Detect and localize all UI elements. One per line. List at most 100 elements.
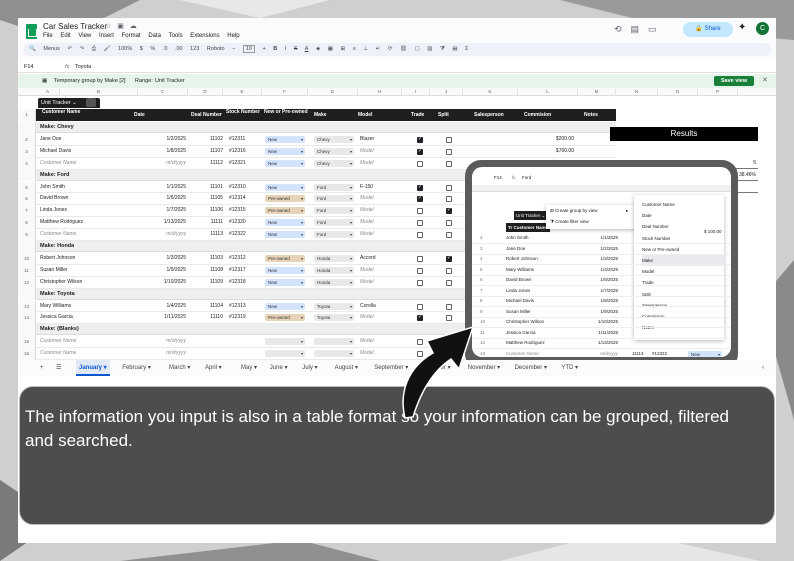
date-cell[interactable]: 1/10/2025 — [136, 277, 186, 288]
customer-name-cell[interactable]: Matthew Rodriguez — [40, 217, 83, 228]
make-dropdown[interactable]: Chevy — [314, 147, 354, 155]
sheet-tab-chevron-down-icon[interactable]: ▾ — [186, 365, 190, 371]
submenu-item-trade[interactable]: Trade — [642, 277, 724, 288]
sheet-tab-chevron-down-icon[interactable]: ▾ — [146, 365, 151, 371]
new-or-preowned-dropdown[interactable]: New — [265, 147, 305, 155]
new-or-preowned-dropdown[interactable]: New — [265, 219, 305, 227]
all-sheets-icon[interactable]: ☰ — [56, 360, 61, 376]
print-icon[interactable]: ⎙ — [92, 46, 96, 52]
customer-name-cell[interactable]: David Brown — [40, 193, 68, 204]
split-checkbox[interactable] — [446, 136, 452, 143]
make-dropdown[interactable]: Toyota — [314, 302, 354, 310]
row-number[interactable]: 6 — [18, 193, 36, 206]
new-or-preowned-dropdown[interactable]: New — [265, 278, 305, 286]
row-number[interactable] — [18, 241, 36, 253]
sheet-tab-april[interactable]: April ▾ — [202, 360, 225, 376]
header-salesperson[interactable]: Salesperson — [474, 109, 520, 121]
split-checkbox[interactable] — [446, 148, 452, 155]
customer-name-cell[interactable]: Customer Name — [40, 348, 76, 359]
formula-input[interactable]: Toyota — [75, 62, 91, 73]
model-cell[interactable]: Model — [360, 217, 374, 228]
sheet-tab-chevron-down-icon[interactable]: ▾ — [217, 365, 222, 371]
stock-number-cell[interactable]: #12310 — [229, 182, 246, 193]
customer-name-cell[interactable]: Customer Name — [40, 229, 76, 240]
text-color-button[interactable]: A — [305, 46, 309, 52]
menu-help[interactable]: Help — [227, 33, 239, 39]
column-header[interactable]: O — [658, 88, 698, 96]
model-cell[interactable]: Model — [360, 277, 374, 288]
make-dropdown[interactable]: Ford — [314, 231, 354, 239]
deal-number-cell[interactable]: 11111 — [191, 217, 223, 228]
trade-checkbox[interactable] — [417, 160, 423, 167]
menu-file[interactable]: File — [43, 33, 53, 39]
header-split[interactable]: Split — [438, 109, 468, 121]
deal-number-cell[interactable]: 11105 — [191, 193, 223, 204]
sheet-tab-may[interactable]: May ▾ — [238, 360, 260, 376]
sheet-tab-chevron-down-icon[interactable]: ▾ — [283, 365, 287, 371]
font-size-field[interactable]: 10 — [242, 45, 255, 53]
column-header[interactable]: G — [308, 88, 358, 96]
column-header[interactable]: I — [402, 88, 430, 96]
make-dropdown[interactable]: Chevy — [314, 135, 354, 143]
make-dropdown[interactable]: Toyota — [314, 314, 354, 322]
link-icon[interactable]: ⛓ — [400, 46, 407, 52]
split-checkbox[interactable] — [446, 196, 452, 203]
row-number[interactable]: 14 — [18, 312, 36, 325]
row-number[interactable]: 4 — [18, 157, 36, 170]
functions-icon[interactable]: Σ — [465, 46, 468, 52]
sheet-tab-january[interactable]: January ▾ — [76, 360, 110, 376]
date-cell[interactable]: 1/8/2025 — [136, 146, 186, 157]
menu-tools[interactable]: Tools — [169, 33, 183, 39]
chart-icon[interactable]: ▥ — [427, 46, 432, 52]
make-dropdown[interactable]: Ford — [314, 207, 354, 215]
header-notes[interactable]: Notes — [584, 109, 624, 121]
customer-name-cell[interactable]: Jessica Garcia — [40, 312, 73, 323]
submenu-item-model[interactable]: Model — [642, 266, 724, 277]
column-header[interactable]: N — [616, 88, 658, 96]
stock-number-cell[interactable]: #12312 — [229, 253, 246, 264]
number-format-button[interactable]: 123 — [190, 46, 199, 52]
sheets-logo-icon[interactable] — [26, 24, 37, 39]
split-checkbox[interactable] — [446, 220, 452, 227]
model-cell[interactable]: Model — [360, 205, 374, 216]
create-group-by-view-item[interactable]: ⊞ Create group by view ▸ — [550, 208, 628, 214]
sheet-tab-chevron-down-icon[interactable]: ▾ — [573, 365, 578, 371]
date-cell[interactable]: 1/2/2025 — [136, 134, 186, 145]
model-cell[interactable]: Model — [360, 146, 374, 157]
rotate-icon[interactable]: ⟳ — [388, 46, 393, 52]
make-dropdown[interactable] — [314, 338, 354, 346]
header-trade[interactable]: Trade — [411, 109, 435, 121]
table-row[interactable]: Michael Davis 1/8/2025 11107 #12316 New Chevy… — [36, 146, 616, 158]
split-checkbox[interactable] — [446, 207, 452, 215]
row-number[interactable]: 3 — [18, 145, 36, 158]
sheet-tab-august[interactable]: August ▾ — [332, 360, 361, 376]
new-or-preowned-dropdown[interactable]: Pre-owned — [265, 254, 305, 262]
strikethrough-button[interactable]: S — [294, 46, 298, 52]
model-cell[interactable]: Model — [360, 348, 374, 359]
date-cell[interactable]: m/d/yyyy — [136, 229, 186, 240]
percent-button[interactable]: % — [150, 46, 155, 52]
split-checkbox[interactable] — [446, 232, 452, 239]
scroll-tabs-icon[interactable]: ‹ — [762, 360, 764, 376]
column-header[interactable]: P — [698, 88, 738, 96]
deal-number-cell[interactable]: 11101 — [191, 182, 223, 193]
filter-icon[interactable]: ⧩ — [440, 46, 445, 52]
row-number[interactable] — [18, 169, 36, 182]
stock-number-cell[interactable]: #12315 — [229, 205, 246, 216]
stock-number-cell[interactable]: #12316 — [229, 146, 246, 157]
table-menu-icon[interactable] — [86, 98, 96, 107]
customer-name-cell[interactable]: Robert Johnson — [40, 253, 75, 264]
row-number[interactable]: 7 — [18, 205, 36, 218]
row-number[interactable]: 8 — [18, 217, 36, 230]
sheet-tab-july[interactable]: July ▾ — [299, 360, 320, 376]
column-header[interactable]: L — [518, 88, 578, 96]
share-button[interactable]: 🔒 Share — [683, 22, 733, 37]
date-cell[interactable]: 1/6/2025 — [136, 193, 186, 204]
row-number[interactable]: 5 — [18, 181, 36, 194]
deal-number-cell[interactable]: 11107 — [191, 146, 223, 157]
increase-decimal-button[interactable]: .00 — [175, 46, 183, 52]
menu-insert[interactable]: Insert — [99, 33, 114, 39]
column-header[interactable]: A — [36, 88, 60, 96]
make-dropdown[interactable]: Honda — [314, 278, 354, 286]
column-header[interactable]: H — [358, 88, 402, 96]
